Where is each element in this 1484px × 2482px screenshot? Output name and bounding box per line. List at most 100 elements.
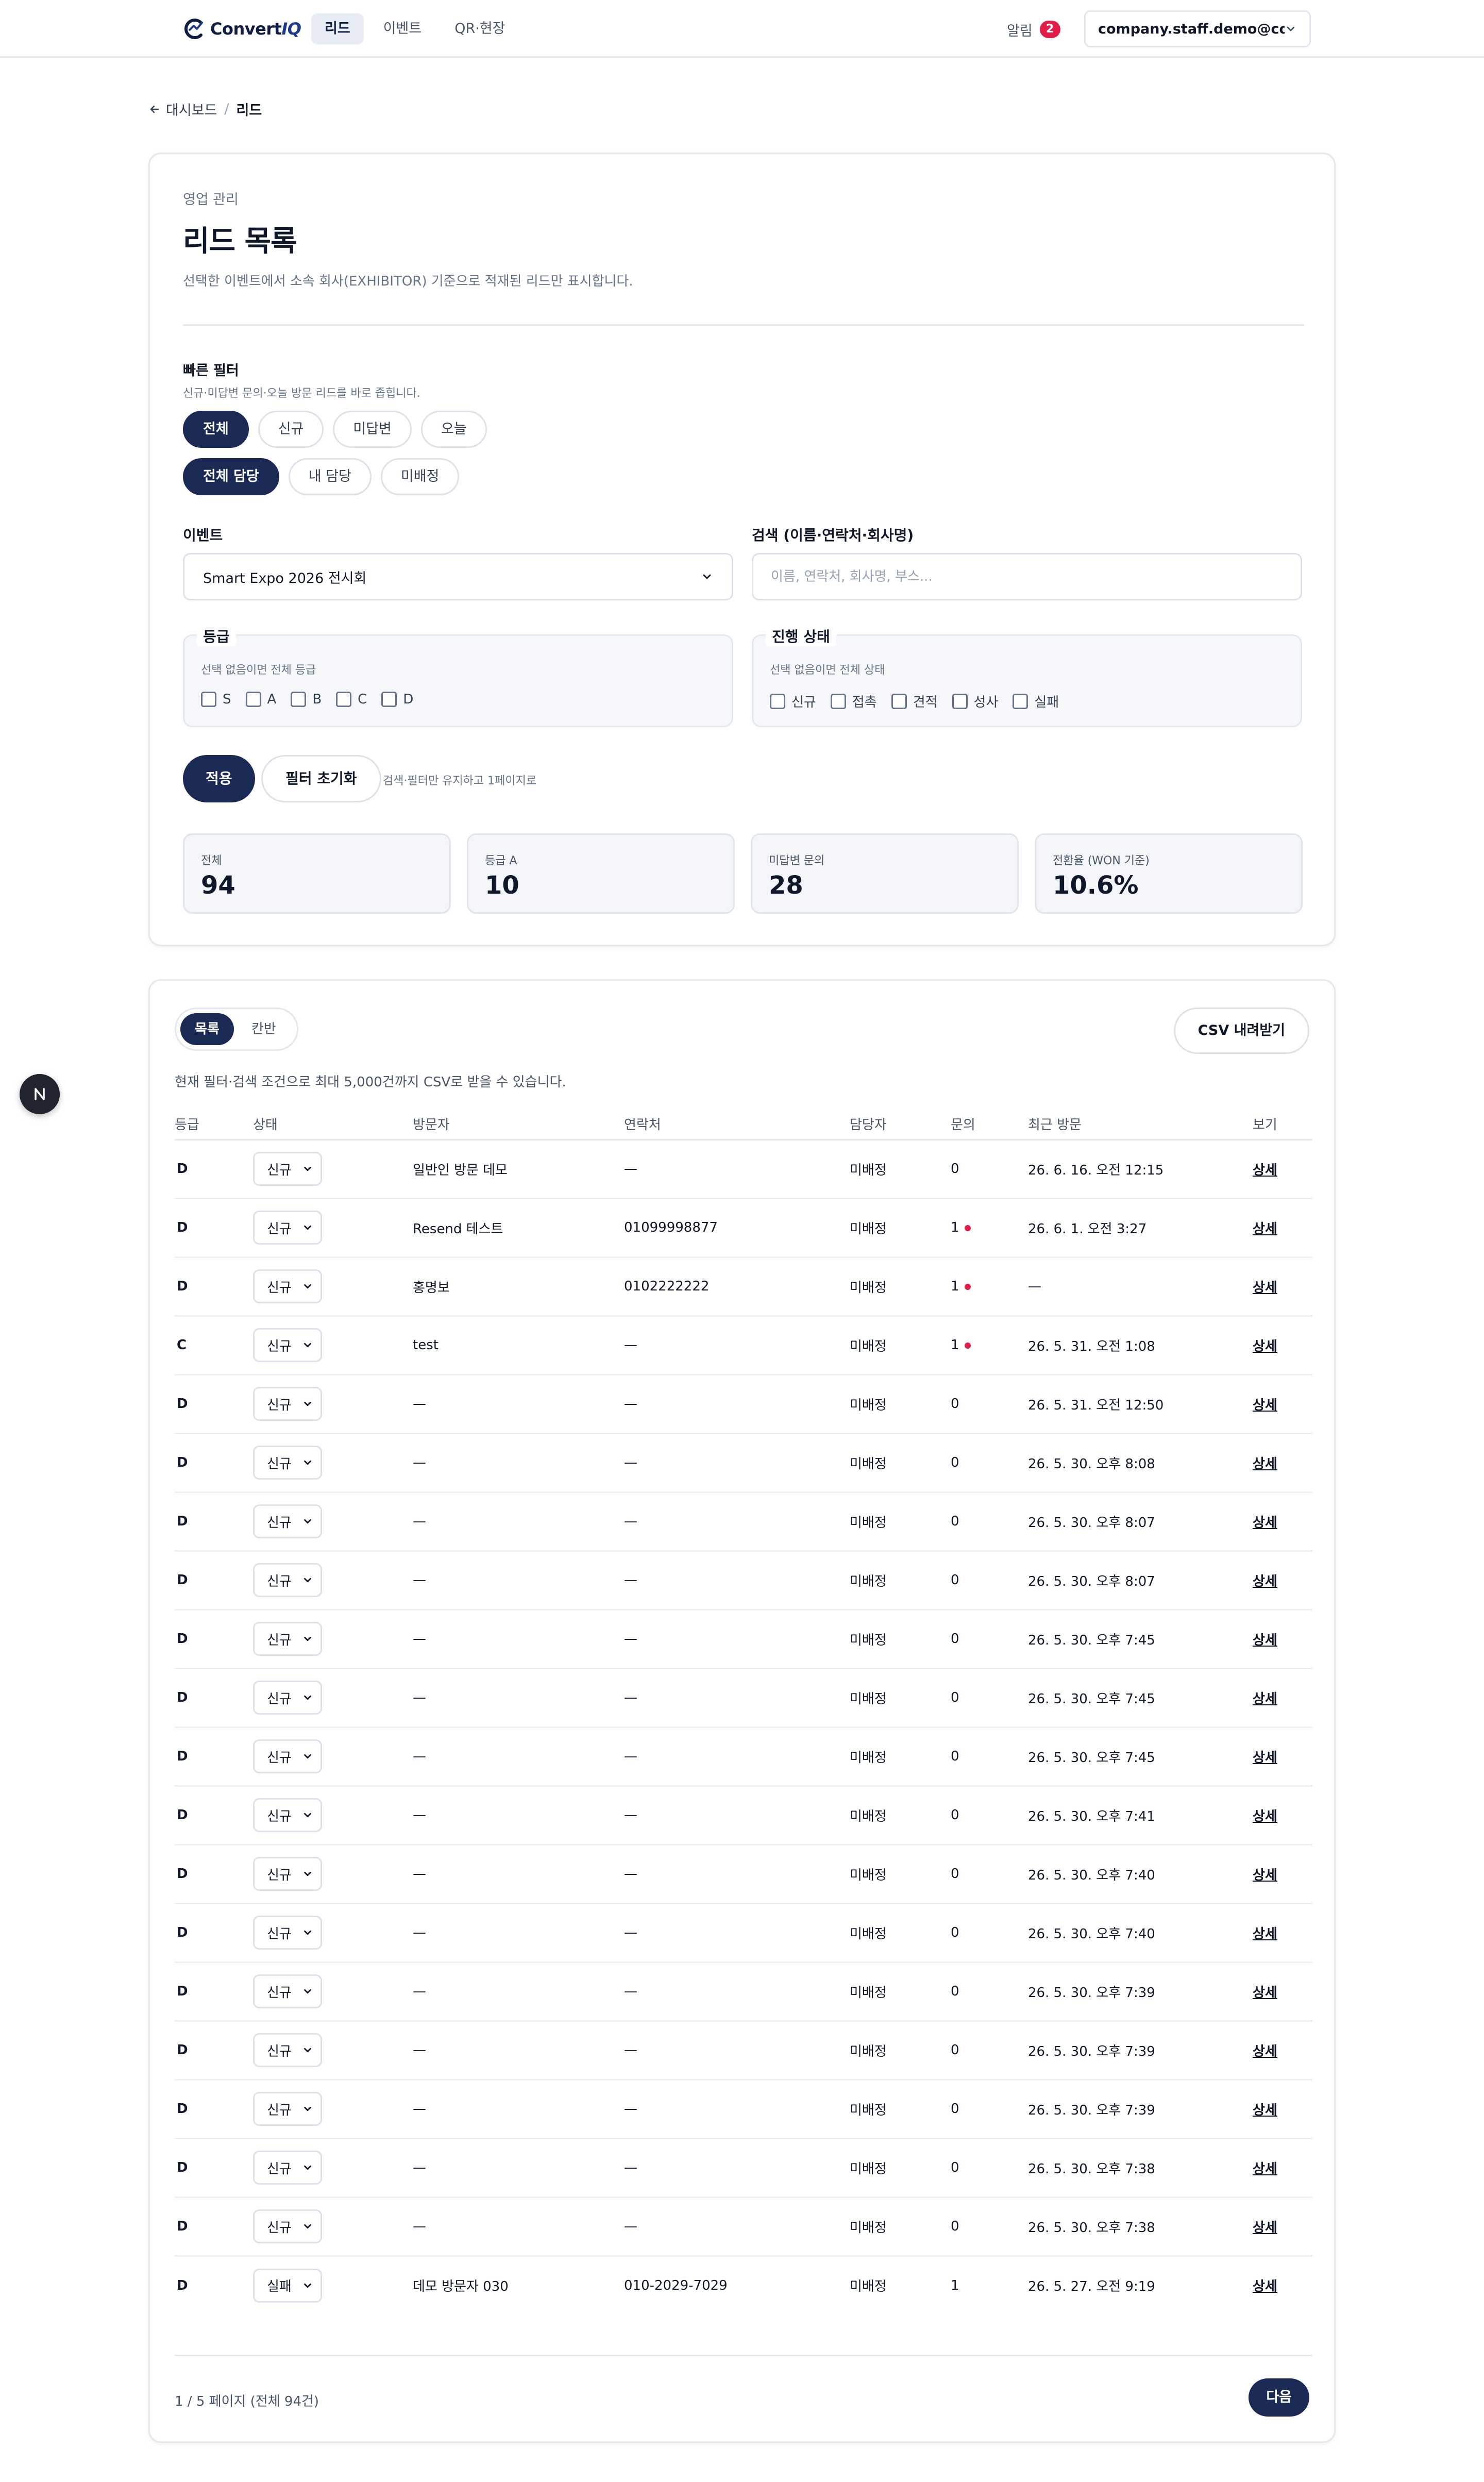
csv-download-button[interactable]: CSV 내려받기 [1173,1008,1309,1054]
checkbox[interactable] [336,692,352,707]
checkbox[interactable] [1013,693,1028,709]
apply-filter-button[interactable]: 적용 [183,755,255,802]
lead-owner: 미배정 [850,1668,951,1728]
checkbox[interactable] [291,692,307,707]
lead-status-select[interactable]: 신규 [253,1739,322,1773]
lead-detail-link[interactable]: 상세 [1253,1926,1277,1942]
owner-filter-unassigned[interactable]: 미배정 [380,458,460,495]
lead-contact: — [624,1844,850,1904]
lead-status-select[interactable]: 신규 [253,2209,322,2243]
lead-detail-link[interactable]: 상세 [1253,2044,1277,2059]
quick-filter-today[interactable]: 오늘 [420,411,487,448]
lead-status-select[interactable]: 신규 [253,1269,322,1303]
lead-last-visit: 26. 5. 30. 오후 7:40 [1028,1903,1253,1963]
lead-detail-link[interactable]: 상세 [1253,1574,1277,1589]
lead-status-select[interactable]: 실패 [253,2268,322,2303]
lead-status-select[interactable]: 신규 [253,1446,322,1480]
lead-status-select[interactable]: 신규 [253,2033,322,2067]
nextjs-dev-indicator-button[interactable] [20,1074,60,1114]
nav-item-leads[interactable]: 리드 [311,13,364,44]
brand-logo[interactable]: ConvertIQ [181,16,301,41]
checkbox[interactable] [201,692,216,707]
lead-status-select[interactable]: 신규 [253,1211,322,1245]
grade-checkbox-d[interactable]: D [381,692,413,707]
lead-status-select[interactable]: 신규 [253,2151,322,2185]
grade-checkbox-b[interactable]: B [291,692,322,707]
next-page-button[interactable]: 다음 [1249,2378,1309,2417]
lead-status-select[interactable]: 신규 [253,1152,322,1186]
account-dropdown[interactable]: company.staff.demo@co... [1084,10,1311,47]
lead-owner: 미배정 [850,1374,951,1434]
stat-card-unanswered: 미답변 문의 28 [751,833,1019,914]
lead-detail-link[interactable]: 상세 [1253,2103,1277,2118]
lead-status-select[interactable]: 신규 [253,1622,322,1656]
quick-filter-unanswered[interactable]: 미답변 [333,411,412,448]
lead-status-cell: 신규 [253,1316,413,1376]
lead-inquiries-cell: 0 [951,1492,1028,1552]
event-select[interactable]: Smart Expo 2026 전시회 [183,553,733,600]
view-list-tab[interactable]: 목록 [180,1013,234,1045]
lead-detail-link[interactable]: 상세 [1253,1221,1277,1237]
lead-detail-link[interactable]: 상세 [1253,1456,1277,1472]
status-checkbox-quote[interactable]: 견적 [891,692,938,711]
lead-detail-link[interactable]: 상세 [1253,1985,1277,2001]
status-checkbox-won[interactable]: 성사 [952,692,998,711]
lead-detail-link[interactable]: 상세 [1253,2161,1277,2177]
owner-filter-all[interactable]: 전체 담당 [183,458,279,495]
lead-detail-link[interactable]: 상세 [1253,1515,1277,1531]
lead-status-select[interactable]: 신규 [253,1974,322,2008]
status-checkbox-contacted[interactable]: 접촉 [830,692,877,711]
reset-filter-button[interactable]: 필터 초기화 [261,755,381,802]
grade-checkbox-s[interactable]: S [201,692,231,707]
quick-filter-pills: 전체 신규 미답변 오늘 [183,411,487,448]
checkbox[interactable] [381,692,397,707]
lead-grade: D [175,1257,253,1317]
reset-filter-hint: 검색·필터만 유지하고 1페이지로 [383,775,537,787]
lead-detail-link[interactable]: 상세 [1253,2220,1277,2236]
grade-checkbox-c[interactable]: C [336,692,367,707]
column-header-inquiries: 문의 [951,1109,1028,1141]
lead-status-select[interactable]: 신규 [253,1916,322,1950]
view-kanban-tab[interactable]: 칸반 [237,1013,291,1045]
lead-status-select[interactable]: 신규 [253,1798,322,1832]
lead-status-select[interactable]: 신규 [253,1857,322,1891]
checkbox[interactable] [770,693,785,709]
lead-status-select[interactable]: 신규 [253,1681,322,1715]
lead-detail-link[interactable]: 상세 [1253,1339,1277,1354]
lead-detail-link[interactable]: 상세 [1253,1280,1277,1296]
lead-status-select[interactable]: 신규 [253,2092,322,2126]
lead-status-select[interactable]: 신규 [253,1328,322,1362]
quick-filter-all[interactable]: 전체 [183,411,249,448]
lead-status-select[interactable]: 신규 [253,1563,322,1597]
lead-detail-link[interactable]: 상세 [1253,1398,1277,1413]
lead-status-select[interactable]: 신규 [253,1504,322,1538]
lead-detail-link[interactable]: 상세 [1253,1691,1277,1707]
breadcrumb-back-link[interactable]: 대시보드 [148,99,217,119]
notifications-button[interactable]: 알림 2 [1007,18,1060,41]
table-row: D 신규 — — 미배정 0 26. 5. 30. 오후 7:40 상세 [175,1844,1312,1904]
lead-status-select[interactable]: 신규 [253,1387,322,1421]
lead-inquiries-cell: 0 [951,1668,1028,1728]
checkbox[interactable] [952,693,968,709]
lead-detail-link[interactable]: 상세 [1253,1633,1277,1648]
status-checkbox-lost[interactable]: 실패 [1013,692,1059,711]
nav-item-events[interactable]: 이벤트 [370,13,435,44]
lead-inquiries-cell: 0 [951,1139,1028,1199]
lead-status-cell: 신규 [253,1492,413,1552]
lead-search-input[interactable] [752,553,1302,600]
owner-filter-mine[interactable]: 내 담당 [288,458,372,495]
status-checkbox-new[interactable]: 신규 [770,692,816,711]
lead-grade: D [175,1374,253,1434]
lead-detail-link[interactable]: 상세 [1253,1868,1277,1883]
checkbox[interactable] [245,692,261,707]
lead-detail-link[interactable]: 상세 [1253,1163,1277,1178]
lead-detail-link[interactable]: 상세 [1253,2279,1277,2294]
checkbox[interactable] [891,693,907,709]
lead-detail-link[interactable]: 상세 [1253,1809,1277,1824]
nav-item-qr-onsite[interactable]: QR·현장 [441,13,518,44]
checkbox[interactable] [830,693,846,709]
quick-filter-new[interactable]: 신규 [258,411,324,448]
lead-detail-link[interactable]: 상세 [1253,1750,1277,1766]
lead-inquiries: 0 [951,1866,959,1882]
grade-checkbox-a[interactable]: A [245,692,276,707]
